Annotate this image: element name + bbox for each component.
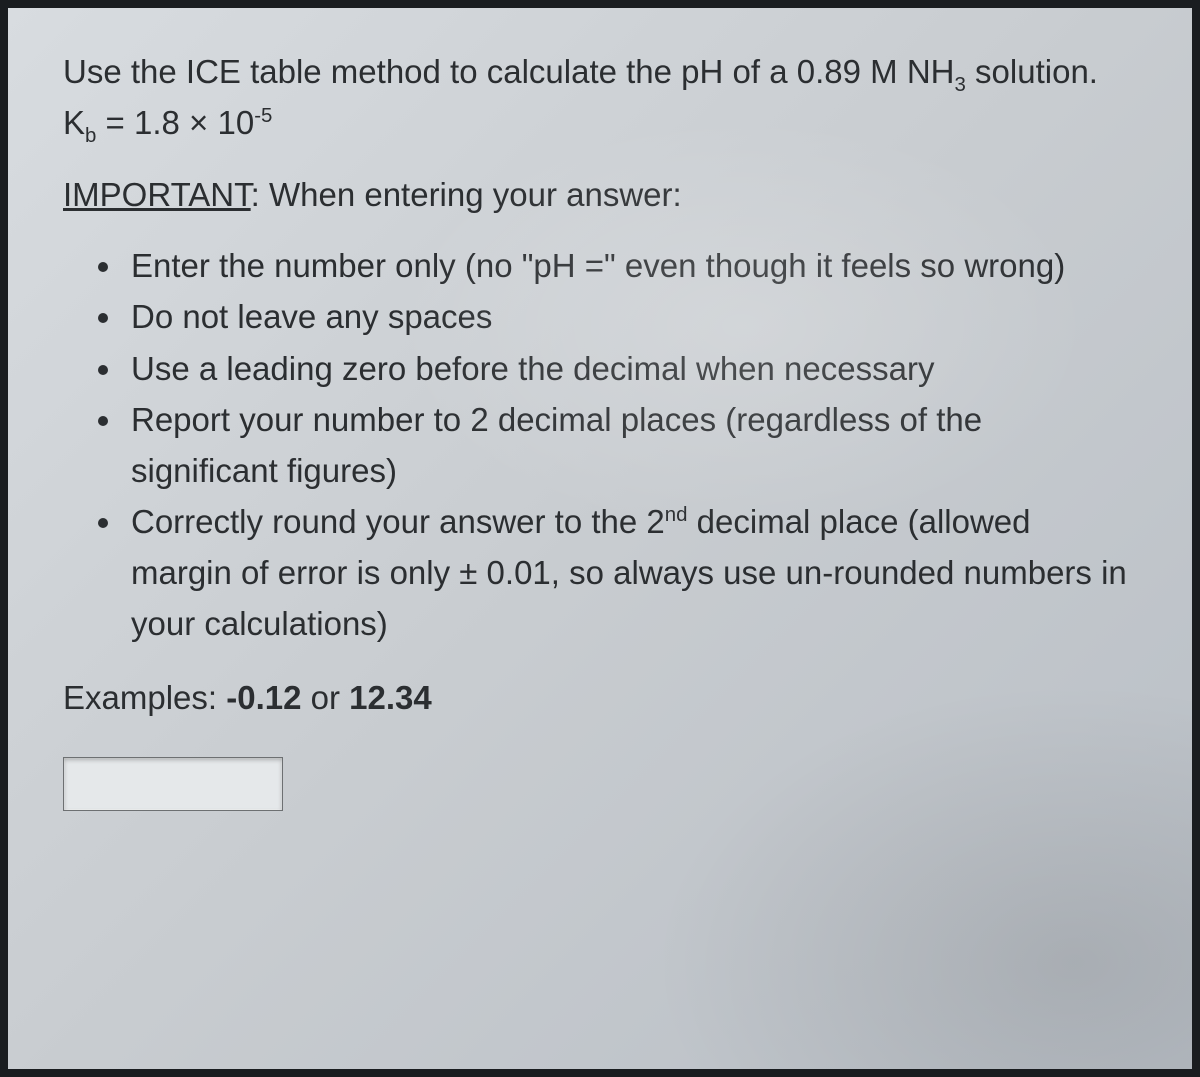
ten-base: 10 [217, 104, 254, 141]
list-item: Enter the number only (no "pH =" even th… [125, 240, 1137, 291]
unit-label: M [870, 53, 898, 90]
ordinal-superscript: nd [665, 503, 688, 526]
question-prompt: Use the ICE table method to calculate th… [63, 46, 1137, 148]
important-rest: When entering your answer: [269, 176, 682, 213]
example-2: 12.34 [349, 679, 432, 716]
list-item: Report your number to 2 decimal places (… [125, 394, 1137, 496]
answer-input[interactable] [63, 757, 283, 811]
instruction-bullets: Enter the number only (no "pH =" even th… [63, 240, 1137, 649]
kb-exponent: -5 [254, 104, 272, 127]
list-item: Do not leave any spaces [125, 291, 1137, 342]
examples-label: Examples: [63, 679, 226, 716]
important-line: IMPORTANT: When entering your answer: [63, 176, 1137, 214]
question-text-prefix: Use the ICE table method to calculate th… [63, 53, 797, 90]
important-colon: : [251, 176, 269, 213]
examples-line: Examples: -0.12 or 12.34 [63, 679, 1137, 717]
list-item: Use a leading zero before the decimal wh… [125, 343, 1137, 394]
examples-or: or [301, 679, 349, 716]
species-formula: NH3 [907, 53, 966, 90]
concentration-value: 0.89 [797, 53, 861, 90]
list-item: Correctly round your answer to the 2nd d… [125, 496, 1137, 649]
important-label: IMPORTANT [63, 176, 251, 213]
equals-sign: = [96, 104, 134, 141]
kb-subscript: b [85, 124, 96, 147]
kb-mantissa: 1.8 [134, 104, 180, 141]
example-1: -0.12 [226, 679, 301, 716]
times-symbol: × [180, 104, 218, 141]
